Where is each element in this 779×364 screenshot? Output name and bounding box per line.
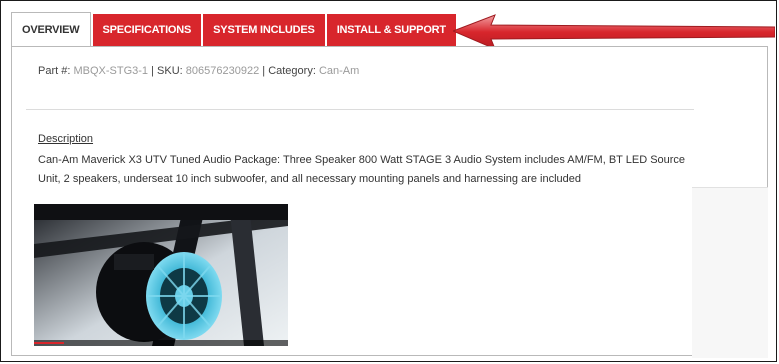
- tab-install-support[interactable]: INSTALL & SUPPORT: [326, 14, 456, 46]
- separator: |: [262, 65, 266, 77]
- description-text: Can-Am Maverick X3 UTV Tuned Audio Packa…: [38, 154, 686, 185]
- side-panel: [692, 187, 768, 358]
- tab-specifications[interactable]: SPECIFICATIONS: [92, 14, 202, 46]
- tab-system-includes[interactable]: SYSTEM INCLUDES: [203, 14, 325, 46]
- sku-label: SKU:: [157, 65, 183, 77]
- description-title: Description: [38, 133, 94, 145]
- category-link[interactable]: Can-Am: [319, 65, 359, 77]
- part-label: Part #:: [38, 65, 71, 77]
- window-frame: OVERVIEW SPECIFICATIONS SYSTEM INCLUDES …: [0, 0, 777, 362]
- separator: |: [151, 65, 154, 77]
- part-value: MBQX-STG3-1: [73, 65, 149, 77]
- video-thumbnail[interactable]: [34, 204, 288, 346]
- category-label: Category:: [268, 65, 316, 77]
- sku-value: 806576230922: [185, 65, 260, 77]
- tab-overview[interactable]: OVERVIEW: [11, 12, 91, 46]
- tab-bar: OVERVIEW SPECIFICATIONS SYSTEM INCLUDES …: [11, 12, 456, 46]
- product-meta: Part #: MBQX-STG3-1 | SKU: 806576230922 …: [38, 65, 359, 77]
- overview-panel: Part #: MBQX-STG3-1 | SKU: 806576230922 …: [11, 46, 768, 358]
- divider: [26, 109, 694, 110]
